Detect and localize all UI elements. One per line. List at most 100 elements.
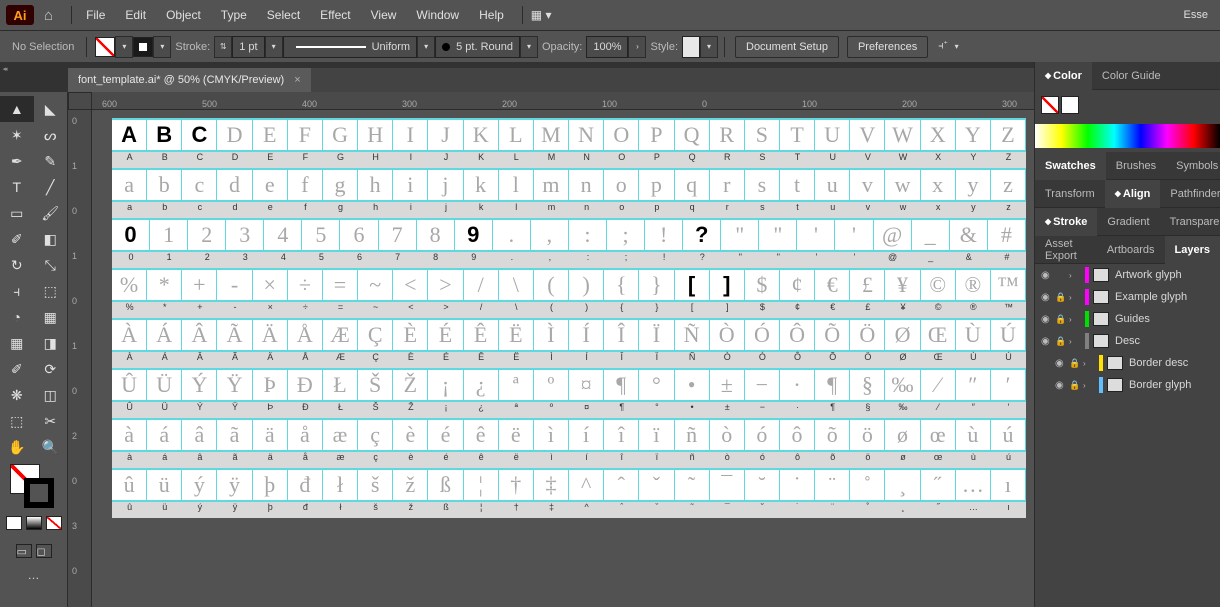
menu-edit[interactable]: Edit xyxy=(125,8,146,22)
glyph-cell[interactable]: Â xyxy=(182,320,217,350)
glyph-cell[interactable]: í xyxy=(569,420,604,450)
perspective-tool[interactable]: ▦ xyxy=(34,304,68,330)
twirl-icon[interactable]: › xyxy=(1083,359,1095,368)
curvature-tool[interactable]: ✎ xyxy=(34,148,68,174)
horizontal-ruler[interactable]: 6005004003002001000100200300 xyxy=(92,92,1034,110)
glyph-cell[interactable]: E xyxy=(253,120,288,150)
twirl-icon[interactable]: › xyxy=(1083,381,1095,390)
mesh-tool[interactable]: ▦ xyxy=(0,330,34,356)
menu-type[interactable]: Type xyxy=(221,8,247,22)
glyph-cell[interactable]: Ž xyxy=(393,370,428,400)
glyph-cell[interactable]: Ý xyxy=(182,370,217,400)
glyph-cell[interactable]: m xyxy=(534,170,569,200)
glyph-cell[interactable]: Ã xyxy=(217,320,252,350)
glyph-cell[interactable]: È xyxy=(393,320,428,350)
glyph-cell[interactable]: I xyxy=(393,120,428,150)
glyph-cell[interactable]: 0 xyxy=(112,220,150,250)
shaper-tool[interactable]: ✐ xyxy=(0,226,34,252)
glyph-cell[interactable]: å xyxy=(288,420,323,450)
glyph-cell[interactable]: â xyxy=(182,420,217,450)
glyph-cell[interactable]: ° xyxy=(639,370,674,400)
glyph-cell[interactable]: V xyxy=(850,120,885,150)
glyph-cell[interactable]: ž xyxy=(393,470,428,500)
glyph-cell[interactable]: } xyxy=(639,270,674,300)
glyph-cell[interactable]: j xyxy=(428,170,463,200)
glyph-cell[interactable]: £ xyxy=(850,270,885,300)
glyph-cell[interactable]: Đ xyxy=(288,370,323,400)
glyph-cell[interactable]: Œ xyxy=(921,320,956,350)
glyph-cell[interactable]: [ xyxy=(675,270,710,300)
panel-tab-brushes[interactable]: Brushes xyxy=(1106,152,1166,180)
glyph-cell[interactable]: 4 xyxy=(264,220,302,250)
glyph-cell[interactable]: ú xyxy=(991,420,1026,450)
glyph-cell[interactable]: ' xyxy=(797,220,835,250)
glyph-cell[interactable]: ä xyxy=(253,420,288,450)
glyph-cell[interactable]: œ xyxy=(921,420,956,450)
close-tab-icon[interactable]: × xyxy=(294,74,300,86)
visibility-icon[interactable]: ◉ xyxy=(1041,336,1055,347)
glyph-cell[interactable]: × xyxy=(253,270,288,300)
workspace-switcher-icon[interactable]: ▦ ▾ xyxy=(531,8,552,22)
glyph-cell[interactable]: q xyxy=(675,170,710,200)
glyph-cell[interactable]: Ç xyxy=(358,320,393,350)
glyph-cell[interactable]: u xyxy=(815,170,850,200)
layer-row[interactable]: ◉🔒›Border glyph xyxy=(1035,374,1220,396)
glyph-cell[interactable]: Å xyxy=(288,320,323,350)
menu-view[interactable]: View xyxy=(371,8,397,22)
layer-row[interactable]: ◉🔒›Desc xyxy=(1035,330,1220,352)
glyph-cell[interactable]: ÷ xyxy=(288,270,323,300)
glyph-cell[interactable]: v xyxy=(850,170,885,200)
stroke-dropdown[interactable]: ▾ xyxy=(153,36,171,58)
glyph-cell[interactable]: Û xyxy=(112,370,147,400)
align-icon[interactable]: ⫞⁺ xyxy=(938,40,947,53)
glyph-cell[interactable]: Ï xyxy=(639,320,674,350)
glyph-cell[interactable]: § xyxy=(850,370,885,400)
glyph-cell[interactable]: K xyxy=(464,120,499,150)
free-transform-tool[interactable]: ⬚ xyxy=(34,278,68,304)
glyph-cell[interactable]: A xyxy=(112,120,147,150)
glyph-cell[interactable]: đ xyxy=(288,470,323,500)
glyph-cell[interactable]: ˆ xyxy=(604,470,639,500)
glyph-cell[interactable]: Î xyxy=(604,320,639,350)
visibility-icon[interactable]: ◉ xyxy=(1041,292,1055,303)
glyph-cell[interactable]: ) xyxy=(569,270,604,300)
glyph-cell[interactable]: = xyxy=(323,270,358,300)
glyph-cell[interactable]: % xyxy=(112,270,147,300)
twirl-icon[interactable]: › xyxy=(1069,271,1081,280)
glyph-cell[interactable]: ß xyxy=(428,470,463,500)
menu-help[interactable]: Help xyxy=(479,8,504,22)
glyph-cell[interactable]: Ô xyxy=(780,320,815,350)
glyph-cell[interactable]: G xyxy=(323,120,358,150)
glyph-cell[interactable]: ® xyxy=(956,270,991,300)
glyph-cell[interactable]: O xyxy=(604,120,639,150)
gradient-mode-icon[interactable] xyxy=(26,516,42,530)
fill-dropdown[interactable]: ▾ xyxy=(115,36,133,58)
scale-tool[interactable]: ⤡ xyxy=(34,252,68,278)
glyph-cell[interactable]: ì xyxy=(534,420,569,450)
glyph-cell[interactable]: T xyxy=(780,120,815,150)
glyph-cell[interactable]: " xyxy=(759,220,797,250)
glyph-cell[interactable]: ‡ xyxy=(534,470,569,500)
twirl-icon[interactable]: › xyxy=(1069,337,1081,346)
glyph-cell[interactable]: Æ xyxy=(323,320,358,350)
glyph-cell[interactable]: 6 xyxy=(340,220,378,250)
panel-tab-transform[interactable]: Transform xyxy=(1035,180,1105,208)
glyph-cell[interactable]: + xyxy=(182,270,217,300)
glyph-cell[interactable]: ] xyxy=(710,270,745,300)
panel-tab-gradient[interactable]: Gradient xyxy=(1097,208,1159,236)
glyph-cell[interactable]: ˜ xyxy=(675,470,710,500)
glyph-cell[interactable]: 8 xyxy=(417,220,455,250)
glyph-cell[interactable]: d xyxy=(217,170,252,200)
glyph-cell[interactable]: W xyxy=(885,120,920,150)
glyph-cell[interactable]: ⁄ xyxy=(921,370,956,400)
glyph-cell[interactable]: D xyxy=(217,120,252,150)
artboard-tool[interactable]: ⬚ xyxy=(0,408,34,434)
panel-tab-align[interactable]: Align xyxy=(1105,180,1161,208)
hand-tool[interactable]: ✋ xyxy=(0,434,34,460)
glyph-cell[interactable]: Y xyxy=(956,120,991,150)
glyph-cell[interactable]: 2 xyxy=(188,220,226,250)
glyph-cell[interactable]: ò xyxy=(710,420,745,450)
glyph-cell[interactable]: † xyxy=(499,470,534,500)
home-icon[interactable]: ⌂ xyxy=(44,7,53,24)
glyph-cell[interactable]: ˝ xyxy=(921,470,956,500)
